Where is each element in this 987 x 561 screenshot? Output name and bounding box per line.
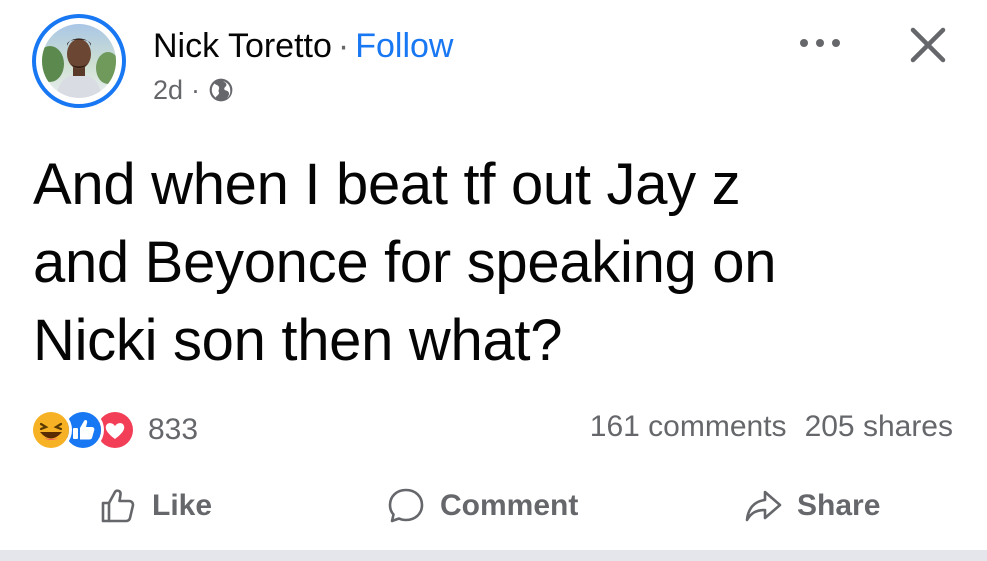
follow-button[interactable]: Follow — [355, 27, 453, 65]
avatar-photo — [42, 24, 116, 98]
shares-count[interactable]: 205 shares — [805, 410, 953, 443]
share-button[interactable]: Share — [743, 480, 880, 532]
haha-icon — [30, 409, 72, 451]
close-icon[interactable] — [905, 22, 951, 68]
post-meta: 2d · — [153, 74, 234, 106]
post-stats: 833 161 comments 205 shares — [0, 400, 987, 460]
comment-button[interactable]: Comment — [386, 480, 578, 532]
name-separator: · — [337, 27, 350, 65]
share-arrow-icon — [745, 490, 782, 522]
reactions-summary[interactable]: 833 — [30, 408, 198, 452]
globe-icon[interactable] — [208, 77, 234, 103]
post-divider — [0, 550, 987, 561]
comments-count[interactable]: 161 comments — [590, 410, 787, 443]
action-bar: Like Comment Share — [0, 470, 987, 542]
like-label: Like — [152, 489, 213, 522]
comment-bubble-icon — [388, 488, 424, 523]
avatar[interactable] — [32, 14, 126, 108]
post-time[interactable]: 2d — [153, 74, 183, 106]
author-line: Nick Toretto · Follow — [153, 26, 453, 66]
post-body: And when I beat tf out Jay z and Beyonce… — [33, 146, 973, 380]
thumbs-up-icon — [101, 489, 135, 523]
meta-separator: · — [191, 75, 201, 105]
post-text-line: and Beyonce for speaking on — [33, 230, 777, 295]
comment-label: Comment — [440, 489, 579, 522]
engagement-counts: 161 comments 205 shares — [590, 410, 953, 444]
share-label: Share — [797, 489, 881, 522]
reaction-count: 833 — [148, 413, 199, 446]
post-header: Nick Toretto · Follow 2d · — [0, 0, 987, 130]
post-text-line: Nicki son then what? — [33, 308, 563, 373]
like-button[interactable]: Like — [98, 480, 212, 532]
more-horizontal-icon[interactable] — [795, 28, 845, 58]
post-text-line: And when I beat tf out Jay z — [33, 152, 741, 217]
author-name[interactable]: Nick Toretto — [153, 27, 332, 65]
